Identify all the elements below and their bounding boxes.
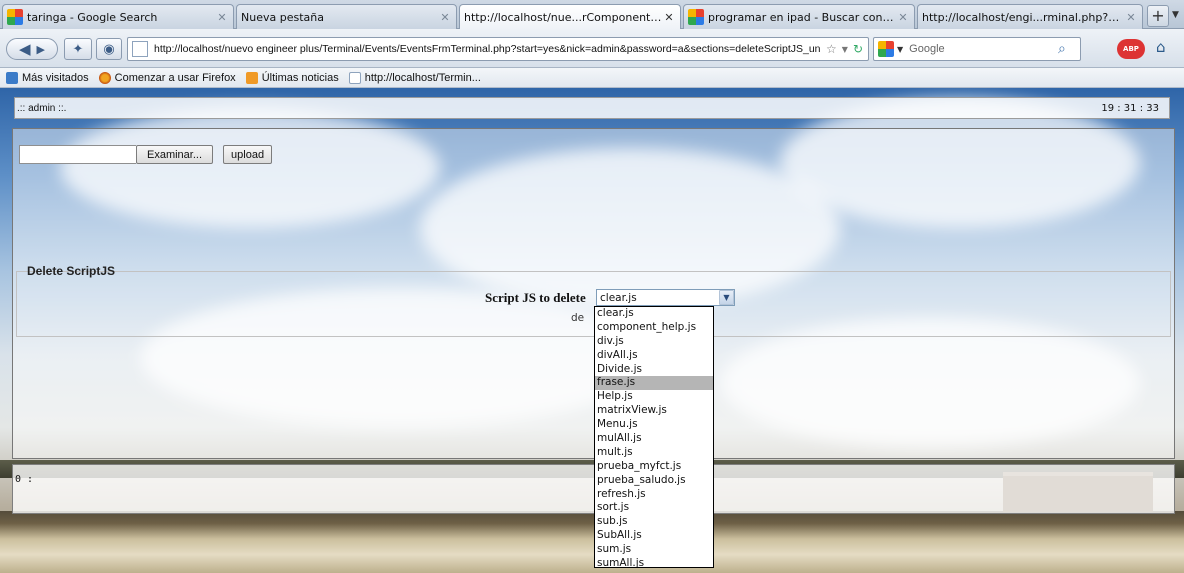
tab-nueva-pestana[interactable]: Nueva pestaña ✕ — [236, 4, 457, 29]
url-text[interactable]: http://localhost/nuevo engineer plus/Ter… — [154, 43, 821, 55]
file-path-input[interactable] — [19, 145, 136, 164]
option-item[interactable]: prueba_saludo.js — [595, 474, 713, 488]
tab-localhost-engi[interactable]: http://localhost/engi...rminal.php?start… — [917, 4, 1143, 29]
option-item[interactable]: Divide.js — [595, 363, 713, 377]
close-tab-icon[interactable]: ✕ — [662, 11, 676, 24]
user-label: .:: admin ::. — [17, 102, 67, 114]
addon-icon: ✦ — [72, 41, 84, 57]
bookmark-label: Comenzar a usar Firefox — [114, 71, 236, 84]
tab-list-icon[interactable]: ▼ — [1172, 10, 1179, 20]
section-legend: Delete ScriptJS — [27, 264, 116, 278]
tab-taringa[interactable]: taringa - Google Search ✕ — [2, 4, 234, 29]
search-icon[interactable]: ⌕ — [1058, 41, 1080, 57]
option-item[interactable]: component_help.js — [595, 321, 713, 335]
star-icon[interactable]: ☆ — [826, 42, 837, 56]
tab-localhost-terminal[interactable]: http://localhost/nue...rComponent_termin… — [459, 4, 681, 30]
chevron-down-icon[interactable]: ▼ — [719, 290, 734, 305]
option-item[interactable]: sum.js — [595, 543, 713, 557]
output-text: 0 : — [15, 474, 34, 485]
dropdown-icon[interactable]: ▼ — [842, 45, 848, 54]
browse-button[interactable]: Examinar... — [136, 145, 214, 164]
bookmark-label: http://localhost/Termin... — [364, 71, 481, 84]
navigation-toolbar: ◀ ▶ ✦ ◉ http://localhost/nuevo engineer … — [0, 29, 1184, 68]
option-item[interactable]: sub.js — [595, 515, 713, 529]
page-icon — [132, 41, 148, 57]
option-item[interactable]: divAll.js — [595, 349, 713, 363]
option-item[interactable]: Menu.js — [595, 418, 713, 432]
user-header-bar: .:: admin ::. 19 : 31 : 33 — [14, 97, 1170, 119]
bookmark-label: Más visitados — [22, 71, 89, 84]
rss-icon — [245, 71, 258, 84]
google-icon — [878, 41, 894, 57]
reload-icon[interactable]: ↻ — [853, 42, 863, 56]
option-item[interactable]: refresh.js — [595, 488, 713, 502]
selected-value: clear.js — [600, 291, 637, 304]
option-item[interactable]: Help.js — [595, 390, 713, 404]
bookmark-ultimas-noticias[interactable]: Últimas noticias — [245, 71, 339, 84]
bookmark-comenzar-firefox[interactable]: Comenzar a usar Firefox — [98, 71, 236, 84]
option-item[interactable]: div.js — [595, 335, 713, 349]
tab-label: http://localhost/nue...rComponent_termin… — [464, 11, 662, 24]
page-icon — [348, 71, 361, 84]
tab-bar: taringa - Google Search ✕ Nueva pestaña … — [0, 0, 1184, 30]
back-icon[interactable]: ◀ — [19, 40, 31, 58]
option-item[interactable]: sumAll.js — [595, 557, 713, 567]
google-icon — [688, 9, 704, 25]
upload-button[interactable]: upload — [223, 145, 273, 164]
firefox-icon — [98, 71, 111, 84]
close-tab-icon[interactable]: ✕ — [896, 11, 910, 24]
background-ground — [0, 511, 1184, 573]
delete-button-text: de — [571, 312, 585, 324]
page-content: .:: admin ::. 19 : 31 : 33 Examinar... u… — [0, 88, 1184, 573]
option-item[interactable]: prueba_myfct.js — [595, 460, 713, 474]
back-forward-buttons[interactable]: ◀ ▶ — [6, 38, 58, 60]
bookmark-localhost[interactable]: http://localhost/Termin... — [348, 71, 481, 84]
history-icon: ◉ — [103, 41, 115, 57]
upload-form: Examinar... upload — [19, 145, 273, 164]
close-tab-icon[interactable]: ✕ — [438, 11, 452, 24]
script-select[interactable]: clear.js ▼ — [596, 289, 735, 306]
search-input[interactable]: Google — [909, 43, 1058, 55]
option-item[interactable]: mulAll.js — [595, 432, 713, 446]
tab-programar-ipad[interactable]: programar en ipad - Buscar con Google ✕ — [683, 4, 915, 29]
tab-label: http://localhost/engi...rminal.php?start… — [922, 10, 1124, 24]
address-bar[interactable]: http://localhost/nuevo engineer plus/Ter… — [127, 37, 869, 61]
tab-label: taringa - Google Search — [27, 10, 158, 24]
dropdown-icon[interactable]: ▼ — [897, 45, 903, 54]
close-tab-icon[interactable]: ✕ — [1124, 11, 1138, 24]
option-item[interactable]: SubAll.js — [595, 529, 713, 543]
forward-icon[interactable]: ▶ — [37, 43, 45, 56]
bookmarks-toolbar: Más visitados Comenzar a usar Firefox Úl… — [0, 68, 1184, 88]
search-bar[interactable]: ▼ Google ⌕ — [873, 37, 1081, 61]
tab-label: programar en ipad - Buscar con Google — [708, 10, 896, 24]
select-label: Script JS to delete — [485, 290, 586, 305]
history-button[interactable]: ◉ — [96, 38, 122, 60]
adblock-icon[interactable]: ABP — [1117, 39, 1145, 59]
close-tab-icon[interactable]: ✕ — [215, 11, 229, 24]
option-item[interactable]: sort.js — [595, 501, 713, 515]
option-item[interactable]: mult.js — [595, 446, 713, 460]
bookmarks-icon — [6, 71, 18, 84]
option-item-highlighted[interactable]: frase.js — [595, 376, 713, 391]
bookmark-label: Últimas noticias — [261, 71, 339, 84]
addon-button[interactable]: ✦ — [64, 38, 92, 60]
bookmark-mas-visitados[interactable]: Más visitados — [6, 71, 89, 84]
script-options-list[interactable]: clear.js component_help.js div.js divAll… — [594, 306, 714, 568]
google-icon — [7, 9, 23, 25]
option-item[interactable]: matrixView.js — [595, 404, 713, 418]
clock: 19 : 31 : 33 — [1101, 102, 1159, 114]
new-tab-button[interactable]: + — [1147, 5, 1169, 27]
home-icon[interactable]: ⌂ — [1156, 38, 1166, 56]
tab-label: Nueva pestaña — [241, 10, 324, 24]
option-item[interactable]: clear.js — [595, 307, 713, 321]
